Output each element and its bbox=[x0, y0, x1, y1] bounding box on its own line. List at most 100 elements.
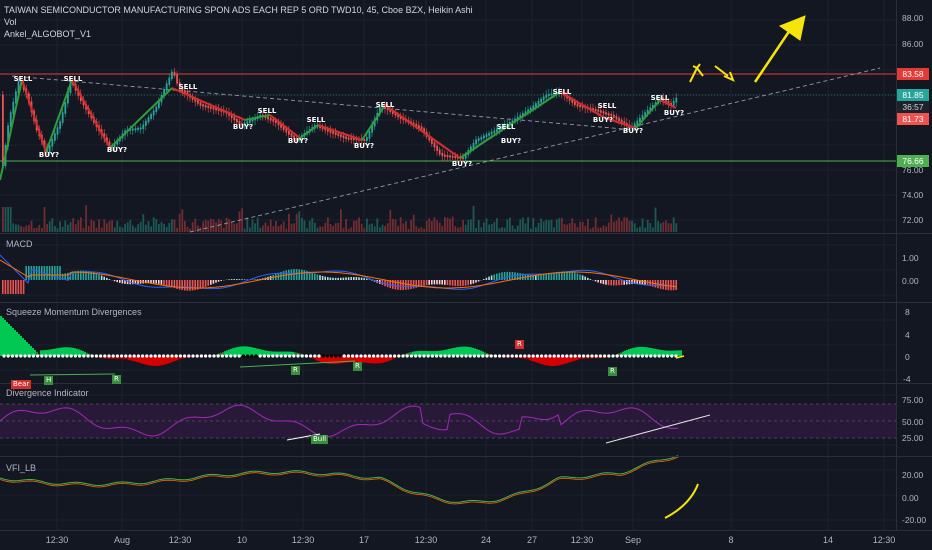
volume-bar bbox=[93, 221, 95, 232]
pane-separator[interactable] bbox=[0, 302, 932, 303]
squeeze-dot bbox=[607, 354, 611, 358]
volume-bar bbox=[412, 214, 415, 232]
volume-bar bbox=[366, 218, 368, 232]
squeeze-dot bbox=[418, 354, 422, 358]
volume-bar bbox=[602, 225, 605, 232]
divergence-tick: 50.00 bbox=[902, 417, 924, 427]
candle-body bbox=[165, 83, 168, 91]
volume-bar bbox=[457, 227, 459, 232]
macd-histogram-bar bbox=[293, 269, 295, 280]
candle-body bbox=[171, 71, 173, 80]
volume-bar bbox=[464, 224, 467, 232]
candle-body bbox=[488, 132, 490, 136]
vfi-label[interactable]: VFI_LB bbox=[6, 463, 36, 473]
macd-histogram-bar bbox=[454, 280, 456, 286]
squeeze-dot bbox=[628, 354, 632, 358]
pane-separator[interactable] bbox=[0, 456, 932, 457]
macd-histogram-bar bbox=[9, 280, 12, 294]
chart-canvas[interactable] bbox=[0, 0, 932, 550]
macd-histogram-bar bbox=[345, 277, 347, 280]
volume-bar bbox=[126, 222, 129, 232]
squeeze-dot bbox=[23, 354, 27, 358]
squeeze-label[interactable]: Squeeze Momentum Divergences bbox=[6, 307, 142, 317]
buy-signal: BUY? bbox=[663, 109, 685, 117]
macd-histogram-bar bbox=[467, 280, 469, 286]
candle-body bbox=[61, 112, 64, 123]
macd-histogram-bar bbox=[566, 271, 568, 280]
volume-bar bbox=[90, 219, 93, 232]
squeeze-bar bbox=[26, 342, 28, 356]
squeeze-bar bbox=[30, 346, 32, 356]
squeeze-dot bbox=[199, 354, 203, 358]
pane-separator[interactable] bbox=[0, 383, 932, 384]
volume-bar bbox=[56, 228, 59, 232]
volume-bar bbox=[550, 219, 553, 232]
time-tick: 12:30 bbox=[414, 535, 438, 545]
resistance-price-label: 83.58 bbox=[897, 68, 929, 80]
volume-bar bbox=[667, 223, 670, 232]
squeeze-dot bbox=[502, 354, 506, 358]
squeeze-dot bbox=[111, 354, 115, 358]
buy-signal: BUY? bbox=[622, 127, 644, 135]
volume-bar bbox=[220, 220, 223, 232]
macd-pane bbox=[0, 254, 677, 294]
squeeze-bar bbox=[148, 356, 150, 366]
price-tick: 74.00 bbox=[902, 190, 924, 200]
pane-separator[interactable] bbox=[0, 530, 932, 531]
candle-body bbox=[449, 155, 451, 158]
squeeze-bar bbox=[6, 322, 8, 356]
squeeze-dot bbox=[52, 354, 57, 358]
macd-histogram-bar bbox=[217, 280, 220, 282]
macd-histogram-bar bbox=[228, 279, 230, 280]
pane-separator[interactable] bbox=[0, 233, 932, 234]
candle-body bbox=[363, 139, 366, 142]
candle-body bbox=[537, 100, 540, 105]
volume-bar bbox=[35, 227, 38, 232]
squeeze-dot bbox=[321, 354, 325, 358]
volume-bar bbox=[488, 224, 490, 232]
macd-histogram-bar bbox=[38, 266, 40, 280]
macd-histogram-bar bbox=[670, 280, 672, 291]
yellow-annotations bbox=[664, 15, 806, 519]
candle-body bbox=[168, 77, 171, 85]
algobot-legend[interactable]: Ankel_ALGOBOT_V1 bbox=[4, 29, 91, 39]
macd-histogram-bar bbox=[7, 280, 9, 294]
squeeze-dot bbox=[477, 354, 481, 358]
macd-histogram-bar bbox=[483, 279, 485, 280]
algobot-segment bbox=[45, 79, 73, 153]
vfi-pane bbox=[0, 455, 679, 505]
volume-bar bbox=[324, 222, 327, 232]
macd-label[interactable]: MACD bbox=[6, 239, 33, 249]
macd-histogram-bar bbox=[48, 266, 51, 280]
squeeze-dot bbox=[355, 354, 359, 358]
volume-bar bbox=[636, 228, 639, 232]
volume-bar bbox=[472, 205, 475, 232]
candle-body bbox=[56, 127, 59, 135]
macd-histogram-bar bbox=[537, 274, 540, 280]
volume-legend[interactable]: Vol bbox=[4, 17, 17, 27]
volume-bar bbox=[230, 221, 233, 232]
volume-bar bbox=[436, 220, 438, 232]
candle-body bbox=[150, 113, 152, 119]
squeeze-dot bbox=[220, 354, 224, 358]
macd-histogram-bar bbox=[488, 276, 490, 280]
volume-bar bbox=[147, 221, 150, 232]
sell-signal: SELL bbox=[306, 116, 326, 124]
volume-bar bbox=[259, 227, 262, 232]
squeeze-bar bbox=[14, 330, 16, 356]
candle-body bbox=[137, 127, 139, 130]
divergence-label[interactable]: Divergence Indicator bbox=[6, 388, 89, 398]
volume-bar bbox=[446, 217, 449, 232]
macd-histogram-bar bbox=[493, 274, 495, 280]
squeeze-bar bbox=[72, 347, 74, 356]
volume-bar bbox=[605, 226, 607, 232]
squeeze-dot bbox=[61, 354, 65, 358]
squeeze-dot bbox=[78, 354, 82, 358]
volume-bar bbox=[277, 226, 280, 232]
volume-bar bbox=[298, 211, 301, 232]
squeeze-dot bbox=[393, 354, 397, 358]
squeeze-dot bbox=[540, 354, 544, 358]
macd-histogram-bar bbox=[17, 280, 20, 294]
symbol-title[interactable]: TAIWAN SEMICONDUCTOR MANUFACTURING SPON … bbox=[4, 5, 473, 15]
macd-histogram-bar bbox=[103, 276, 105, 280]
